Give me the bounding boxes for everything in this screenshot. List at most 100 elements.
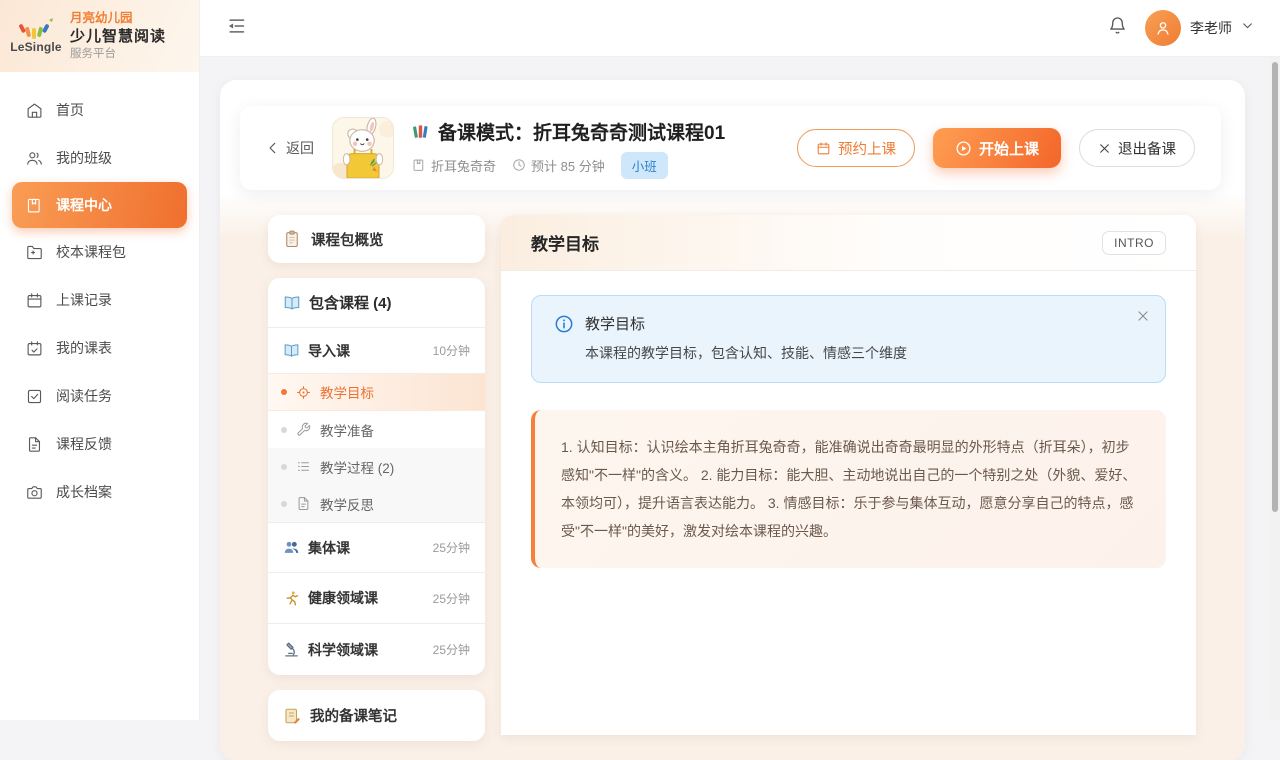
lesson-row-health[interactable]: 健康领域课 25分钟: [268, 573, 485, 624]
sidebar-item-school-packages[interactable]: 校本课程包: [0, 228, 199, 276]
user-name: 李老师: [1190, 18, 1232, 38]
class-size-badge: 小班: [621, 152, 668, 179]
exit-prep-button[interactable]: 退出备课: [1079, 129, 1195, 167]
topbar-right: 李老师: [1108, 10, 1254, 46]
duration-text: 预计 85 分钟: [531, 156, 605, 175]
file-text-icon: [26, 436, 43, 453]
chevron-left-icon: [266, 141, 280, 155]
users-icon: [26, 150, 43, 167]
sidebar-item-label: 阅读任务: [56, 386, 112, 406]
sidebar-item-my-schedule[interactable]: 我的课表: [0, 324, 199, 372]
course-meta: 折耳兔奇奇 预计 85 分钟 小班: [412, 152, 725, 179]
sidebar-item-label: 成长档案: [56, 482, 112, 502]
reserve-class-button[interactable]: 预约上课: [797, 129, 915, 167]
section-label: 教学过程 (2): [320, 457, 394, 477]
lesson-duration: 25分钟: [433, 539, 470, 556]
close-icon: [1098, 142, 1111, 155]
menu-fold-icon: [226, 16, 246, 36]
wrench-icon: [296, 422, 311, 437]
panel-title: 教学目标: [531, 230, 599, 255]
lesson-name: 健康领域课: [308, 588, 378, 608]
bell-icon: [1108, 16, 1127, 35]
sidebar: LeSingle 月亮幼儿园 少儿智慧阅读 服务平台 首页 我的班级 课程中心 …: [0, 0, 200, 720]
bullet-dot: [281, 389, 287, 395]
logo-bars-icon: [16, 18, 56, 40]
runner-icon: [283, 590, 300, 607]
brand-area: LeSingle 月亮幼儿园 少儿智慧阅读 服务平台: [0, 0, 199, 72]
package-overview-card[interactable]: 课程包概览: [268, 215, 485, 263]
bullet-dot: [281, 501, 287, 507]
microscope-icon: [283, 641, 300, 658]
exit-label: 退出备课: [1118, 138, 1176, 159]
sidebar-item-label: 上课记录: [56, 290, 112, 310]
alert-head: 教学目标: [554, 313, 1143, 334]
start-class-button[interactable]: 开始上课: [933, 128, 1061, 168]
included-courses-card: 包含课程 (4) 导入课 10分钟 教学目标: [268, 278, 485, 675]
course-cover-image: [332, 117, 394, 179]
back-button[interactable]: 返回: [266, 138, 314, 158]
notebook-icon: [26, 197, 43, 214]
sidebar-item-label: 首页: [56, 100, 84, 120]
product-name: 少儿智慧阅读: [70, 27, 166, 47]
prep-notes-card[interactable]: 我的备课笔记: [268, 690, 485, 741]
lesson-row-intro[interactable]: 导入课 10分钟: [268, 328, 485, 374]
home-icon: [26, 102, 43, 119]
section-teaching-goals[interactable]: 教学目标: [268, 374, 485, 411]
section-teaching-reflection[interactable]: 教学反思: [268, 485, 485, 522]
sidebar-item-class-records[interactable]: 上课记录: [0, 276, 199, 324]
sidebar-item-label: 课程中心: [56, 195, 112, 215]
section-label: 教学目标: [320, 382, 374, 402]
books-icon: [412, 122, 430, 140]
alert-close-button[interactable]: [1136, 309, 1150, 328]
scrollbar-thumb[interactable]: [1272, 62, 1278, 512]
section-label: 教学反思: [320, 494, 374, 514]
notification-bell-button[interactable]: [1108, 16, 1127, 40]
lesson-duration: 25分钟: [433, 590, 470, 607]
sidebar-item-course-center[interactable]: 课程中心: [12, 182, 187, 228]
lesson-row-group[interactable]: 集体课 25分钟: [268, 522, 485, 573]
ordered-list-icon: [296, 459, 311, 474]
intro-badge: INTRO: [1102, 231, 1166, 255]
section-detail-panel: 教学目标 INTRO 教学目标 本课程的教学目标，包含认知、技能、情感三个维度: [501, 215, 1196, 735]
sidebar-item-course-feedback[interactable]: 课程反馈: [0, 420, 199, 468]
calendar-icon: [816, 141, 831, 156]
course-title: 备课模式：折耳兔奇奇测试课程01: [412, 118, 725, 145]
included-courses-title: 包含课程 (4): [309, 292, 392, 313]
reserve-label: 预约上课: [838, 138, 896, 159]
lesingle-logo: LeSingle: [12, 18, 60, 54]
rabbit-illustration: [333, 118, 393, 178]
brand-text: 月亮幼儿园 少儿智慧阅读 服务平台: [70, 10, 166, 63]
target-icon: [296, 385, 311, 400]
section-teaching-prep[interactable]: 教学准备: [268, 411, 485, 448]
sidebar-collapse-button[interactable]: [226, 16, 246, 41]
notebook-pencil-icon: [283, 707, 301, 725]
duration-meta: 预计 85 分钟: [512, 156, 605, 175]
sidebar-item-my-classes[interactable]: 我的班级: [0, 134, 199, 182]
logo-text: LeSingle: [10, 40, 62, 54]
topbar: 李老师: [200, 0, 1280, 57]
lesson-row-science[interactable]: 科学领域课 25分钟: [268, 624, 485, 675]
content-area: 课程包概览 包含课程 (4) 导入课 10分钟: [240, 215, 1221, 741]
file-icon: [296, 496, 311, 511]
lesson-duration: 10分钟: [433, 342, 470, 359]
sidebar-item-label: 课程反馈: [56, 434, 112, 454]
sidebar-item-growth-archive[interactable]: 成长档案: [0, 468, 199, 516]
group-people-icon: [283, 539, 300, 556]
user-menu[interactable]: 李老师: [1145, 10, 1254, 46]
book-name: 折耳兔奇奇: [431, 156, 496, 175]
window-scrollbar[interactable]: [1270, 57, 1280, 720]
sidebar-item-reading-tasks[interactable]: 阅读任务: [0, 372, 199, 420]
section-teaching-process[interactable]: 教学过程 (2): [268, 448, 485, 485]
calendar-check-icon: [26, 340, 43, 357]
back-label: 返回: [286, 138, 314, 158]
open-book-icon: [283, 342, 300, 359]
avatar: [1145, 10, 1181, 46]
course-info: 备课模式：折耳兔奇奇测试课程01 折耳兔奇奇 预计 85 分钟 小班: [412, 118, 725, 179]
camera-icon: [26, 484, 43, 501]
sidebar-item-home[interactable]: 首页: [0, 86, 199, 134]
lesson-name: 导入课: [308, 341, 350, 361]
panel-header: 教学目标 INTRO: [501, 215, 1196, 271]
lesson-name: 科学领域课: [308, 640, 378, 660]
open-book-icon: [283, 294, 301, 312]
close-icon: [1136, 309, 1150, 323]
